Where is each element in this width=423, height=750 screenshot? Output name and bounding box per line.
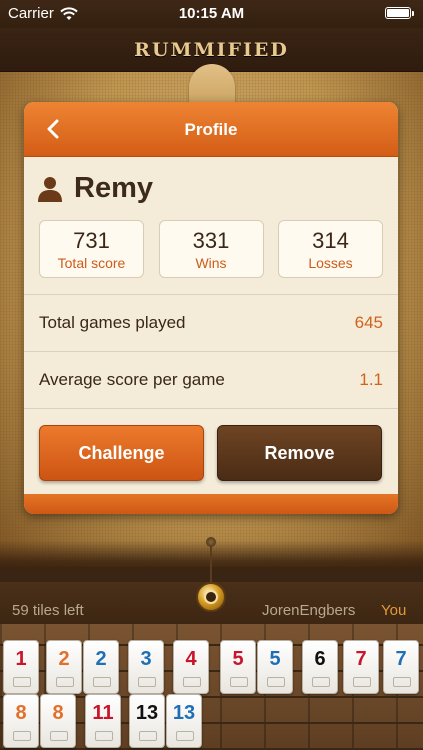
tile-number: 2 bbox=[95, 648, 107, 670]
app-logo-title: RUMMIFIED bbox=[134, 38, 289, 61]
tile-number: 5 bbox=[232, 648, 244, 670]
row-label: Average score per game bbox=[39, 370, 225, 389]
tile-rack: 1 2 2 3 4 5 5 6 7 7 8 8 11 13 13 bbox=[0, 624, 423, 750]
profile-header: Profile bbox=[24, 102, 398, 157]
tile-emblem-icon bbox=[139, 731, 157, 741]
opponent-name[interactable]: JorenEngbers bbox=[262, 602, 355, 619]
game-tile[interactable]: 6 bbox=[302, 640, 338, 694]
tile-emblem-icon bbox=[56, 677, 74, 687]
player-row: Remy bbox=[38, 172, 153, 205]
game-tile[interactable]: 2 bbox=[83, 640, 119, 694]
game-tile[interactable]: 8 bbox=[3, 694, 39, 748]
tile-number: 1 bbox=[15, 648, 27, 670]
tile-number: 6 bbox=[314, 648, 326, 670]
game-tile[interactable]: 2 bbox=[46, 640, 82, 694]
game-tile[interactable]: 13 bbox=[166, 694, 202, 748]
tile-number: 13 bbox=[172, 702, 196, 724]
tile-number: 8 bbox=[52, 702, 64, 724]
game-tile[interactable]: 3 bbox=[128, 640, 164, 694]
tile-number: 3 bbox=[140, 648, 152, 670]
game-tile[interactable]: 8 bbox=[40, 694, 76, 748]
turn-timer-icon bbox=[196, 582, 226, 612]
stats-row: 731 Total score 331 Wins 314 Losses bbox=[39, 220, 383, 278]
challenge-button[interactable]: Challenge bbox=[39, 425, 204, 481]
tile-emblem-icon bbox=[312, 677, 330, 687]
pin-string bbox=[210, 546, 212, 582]
remove-button[interactable]: Remove bbox=[217, 425, 382, 481]
row-value: 1.1 bbox=[359, 370, 383, 389]
profile-card: Profile Remy 731 Total score 331 Wins 31… bbox=[24, 102, 398, 514]
you-label[interactable]: You bbox=[381, 602, 406, 619]
stat-value: 331 bbox=[192, 228, 230, 253]
tile-number: 4 bbox=[185, 648, 197, 670]
game-tile[interactable]: 7 bbox=[383, 640, 419, 694]
game-tile[interactable]: 7 bbox=[343, 640, 379, 694]
tile-emblem-icon bbox=[353, 677, 371, 687]
profile-title: Profile bbox=[184, 120, 238, 139]
tile-number: 8 bbox=[15, 702, 27, 724]
stat-losses: 314 Losses bbox=[278, 220, 383, 278]
game-tile[interactable]: 11 bbox=[85, 694, 121, 748]
status-bar: Carrier 10:15 AM bbox=[0, 0, 423, 28]
battery-level bbox=[387, 9, 409, 17]
stat-value: 314 bbox=[312, 228, 349, 253]
row-value: 645 bbox=[354, 313, 383, 332]
tile-number: 5 bbox=[269, 648, 281, 670]
player-name: Remy bbox=[74, 172, 153, 204]
stat-total-score: 731 Total score bbox=[39, 220, 144, 278]
total-games-row: Total games played 645 bbox=[24, 294, 398, 351]
stat-value: 731 bbox=[73, 228, 110, 253]
action-area: Challenge Remove bbox=[24, 408, 398, 494]
average-score-row: Average score per game 1.1 bbox=[24, 351, 398, 408]
person-icon bbox=[38, 176, 62, 202]
game-tile[interactable]: 13 bbox=[129, 694, 165, 748]
stat-label: Wins bbox=[195, 255, 227, 271]
card-footer bbox=[24, 494, 398, 514]
stat-label: Total score bbox=[57, 255, 126, 271]
tile-number: 11 bbox=[92, 702, 114, 724]
tile-emblem-icon bbox=[50, 731, 68, 741]
clock: 10:15 AM bbox=[178, 5, 245, 22]
battery-icon bbox=[385, 7, 414, 19]
tile-emblem-icon bbox=[230, 677, 248, 687]
tile-emblem-icon bbox=[176, 731, 194, 741]
game-tile[interactable]: 5 bbox=[220, 640, 256, 694]
row-label: Total games played bbox=[39, 313, 186, 332]
stat-wins: 331 Wins bbox=[158, 220, 264, 278]
tiles-left-label: 59 tiles left bbox=[12, 602, 84, 619]
tile-emblem-icon bbox=[183, 677, 201, 687]
tile-number: 7 bbox=[355, 648, 367, 670]
tile-emblem-icon bbox=[393, 677, 411, 687]
tile-emblem-icon bbox=[267, 677, 285, 687]
tile-emblem-icon bbox=[13, 731, 31, 741]
stat-label: Losses bbox=[308, 255, 353, 271]
tile-emblem-icon bbox=[93, 677, 111, 687]
tile-emblem-icon bbox=[138, 677, 156, 687]
game-tile[interactable]: 1 bbox=[3, 640, 39, 694]
tile-number: 7 bbox=[395, 648, 407, 670]
game-tile[interactable]: 5 bbox=[257, 640, 293, 694]
tile-number: 13 bbox=[135, 702, 159, 724]
tile-emblem-icon bbox=[13, 677, 31, 687]
game-info-bar: 59 tiles left JorenEngbers You bbox=[0, 582, 423, 624]
game-tile[interactable]: 4 bbox=[173, 640, 209, 694]
tile-number: 2 bbox=[58, 648, 70, 670]
tile-emblem-icon bbox=[95, 731, 113, 741]
